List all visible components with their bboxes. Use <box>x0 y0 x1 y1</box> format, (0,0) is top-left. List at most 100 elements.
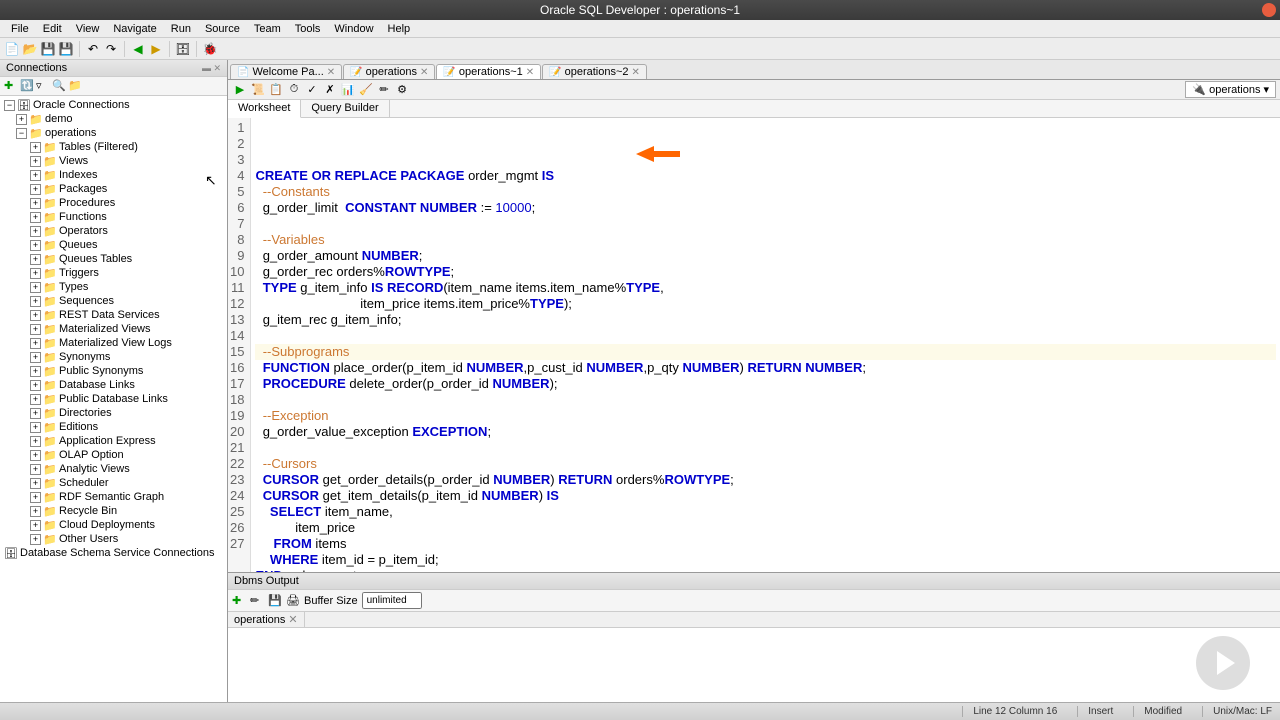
tree-toggle-icon[interactable]: − <box>4 100 15 111</box>
enable-output-icon[interactable]: ✚ <box>232 594 246 608</box>
menu-source[interactable]: Source <box>198 23 247 35</box>
tree-node[interactable]: +📁Database Links <box>2 378 225 392</box>
tree-node[interactable]: +📁Recycle Bin <box>2 504 225 518</box>
tree-toggle-icon[interactable]: + <box>30 520 41 531</box>
tree-node[interactable]: +📁Operators <box>2 224 225 238</box>
tree-node[interactable]: +📁Cloud Deployments <box>2 518 225 532</box>
tree-toggle-icon[interactable]: + <box>30 394 41 405</box>
sqlrecall-icon[interactable]: 📊 <box>340 82 356 98</box>
tree-toggle-icon[interactable]: + <box>30 268 41 279</box>
tree-toggle-icon[interactable]: + <box>30 184 41 195</box>
tree-toggle-icon[interactable]: + <box>30 170 41 181</box>
tree-node[interactable]: +📁Analytic Views <box>2 462 225 476</box>
editor-tab[interactable]: 📝operations✕ <box>343 64 435 79</box>
tree-node[interactable]: +📁Public Database Links <box>2 392 225 406</box>
tree-node[interactable]: +📁Materialized Views <box>2 322 225 336</box>
tree-toggle-icon[interactable]: + <box>30 254 41 265</box>
tree-toggle-icon[interactable]: + <box>30 380 41 391</box>
close-tab-icon[interactable]: ✕ <box>526 67 534 78</box>
save-icon[interactable]: 💾 <box>40 41 56 57</box>
tree-node[interactable]: +📁Editions <box>2 420 225 434</box>
tree-node[interactable]: +📁Views <box>2 154 225 168</box>
print-icon[interactable]: 🖨 <box>286 594 300 608</box>
tree-toggle-icon[interactable]: + <box>30 436 41 447</box>
close-tab-icon[interactable]: ✕ <box>327 67 335 78</box>
debug-icon[interactable]: 🐞 <box>202 41 218 57</box>
menu-tools[interactable]: Tools <box>288 23 328 35</box>
menu-view[interactable]: View <box>69 23 107 35</box>
connections-tree[interactable]: − 🗄 Oracle Connections +📁demo−📁operation… <box>0 96 227 702</box>
tree-node[interactable]: +📁Directories <box>2 406 225 420</box>
format-icon[interactable]: ✏ <box>376 82 392 98</box>
tree-node[interactable]: +📁Other Users <box>2 532 225 546</box>
tree-toggle-icon[interactable]: + <box>30 506 41 517</box>
menu-team[interactable]: Team <box>247 23 288 35</box>
tree-node[interactable]: +📁Scheduler <box>2 476 225 490</box>
tree-toggle-icon[interactable]: + <box>16 114 27 125</box>
tree-toggle-icon[interactable]: + <box>30 408 41 419</box>
tree-node[interactable]: +📁OLAP Option <box>2 448 225 462</box>
find-icon[interactable]: 🔍 <box>52 79 66 93</box>
tree-toggle-icon[interactable]: + <box>30 352 41 363</box>
tree-node[interactable]: +📁Packages <box>2 182 225 196</box>
tree-toggle-icon[interactable]: + <box>30 366 41 377</box>
connection-selector[interactable]: 🔌 operations ▾ <box>1185 81 1276 98</box>
tree-node[interactable]: +📁RDF Semantic Graph <box>2 490 225 504</box>
editor-tab[interactable]: 📝operations~2✕ <box>542 64 647 79</box>
rollback-icon[interactable]: ✗ <box>322 82 338 98</box>
tree-schema-services[interactable]: 🗄 Database Schema Service Connections <box>2 546 225 560</box>
tree-toggle-icon[interactable]: + <box>30 296 41 307</box>
close-icon[interactable] <box>1262 3 1276 17</box>
refresh-icon[interactable]: 🔃 <box>20 79 34 93</box>
tree-toggle-icon[interactable]: + <box>30 338 41 349</box>
tree-toggle-icon[interactable]: + <box>30 282 41 293</box>
run-script-icon[interactable]: 📜 <box>250 82 266 98</box>
panel-controls[interactable]: ▬ ✕ <box>202 63 221 74</box>
tree-node[interactable]: +📁demo <box>2 112 225 126</box>
run-icon[interactable]: ▶ <box>232 82 248 98</box>
undo-icon[interactable]: ↶ <box>85 41 101 57</box>
menu-edit[interactable]: Edit <box>36 23 69 35</box>
tree-toggle-icon[interactable]: + <box>30 198 41 209</box>
autotrace-icon[interactable]: ⏱ <box>286 82 302 98</box>
tree-node[interactable]: +📁REST Data Services <box>2 308 225 322</box>
add-connection-icon[interactable]: ✚ <box>4 79 18 93</box>
tree-toggle-icon[interactable]: + <box>30 310 41 321</box>
close-tab-icon[interactable]: ✕ <box>288 613 297 626</box>
buffer-size-input[interactable] <box>362 592 422 609</box>
tree-node[interactable]: +📁Sequences <box>2 294 225 308</box>
tree-toggle-icon[interactable]: + <box>30 450 41 461</box>
clear-icon[interactable]: 🧹 <box>358 82 374 98</box>
edit-icon[interactable]: ✏ <box>250 594 264 608</box>
tree-node[interactable]: +📁Tables (Filtered) <box>2 140 225 154</box>
tree-toggle-icon[interactable]: + <box>30 464 41 475</box>
tree-node[interactable]: +📁Functions <box>2 210 225 224</box>
tree-node[interactable]: +📁Queues <box>2 238 225 252</box>
tree-node[interactable]: +📁Queues Tables <box>2 252 225 266</box>
menu-help[interactable]: Help <box>381 23 418 35</box>
db-icon[interactable]: 🗄 <box>175 41 191 57</box>
editor-tab[interactable]: 📝operations~1✕ <box>436 64 541 79</box>
save-output-icon[interactable]: 💾 <box>268 594 282 608</box>
close-tab-icon[interactable]: ✕ <box>420 67 428 78</box>
tree-toggle-icon[interactable]: + <box>30 534 41 545</box>
output-tab-operations[interactable]: operations ✕ <box>228 612 305 627</box>
tree-node[interactable]: +📁Application Express <box>2 434 225 448</box>
tree-node[interactable]: +📁Triggers <box>2 266 225 280</box>
open-icon[interactable]: 📂 <box>22 41 38 57</box>
code-content[interactable]: CREATE OR REPLACE PACKAGE order_mgmt IS … <box>251 118 1280 572</box>
tree-node[interactable]: +📁Indexes <box>2 168 225 182</box>
folder-icon[interactable]: 📁 <box>68 79 82 93</box>
tree-node[interactable]: −📁operations <box>2 126 225 140</box>
menu-file[interactable]: File <box>4 23 36 35</box>
menu-run[interactable]: Run <box>164 23 198 35</box>
nav-fwd-icon[interactable]: ▶ <box>148 41 164 57</box>
tab-worksheet[interactable]: Worksheet <box>228 100 301 118</box>
tree-node[interactable]: +📁Procedures <box>2 196 225 210</box>
menu-window[interactable]: Window <box>327 23 380 35</box>
redo-icon[interactable]: ↷ <box>103 41 119 57</box>
tree-toggle-icon[interactable]: + <box>30 422 41 433</box>
tree-root[interactable]: − 🗄 Oracle Connections <box>2 98 225 112</box>
explain-icon[interactable]: 📋 <box>268 82 284 98</box>
tree-toggle-icon[interactable]: + <box>30 226 41 237</box>
